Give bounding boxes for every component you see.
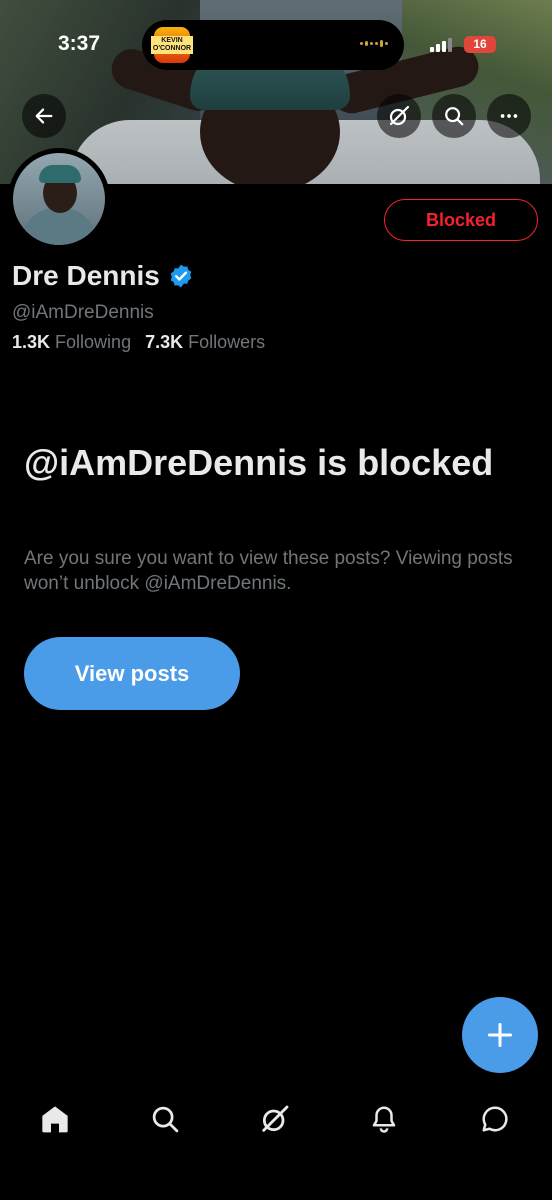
profile-handle: @iAmDreDennis (12, 302, 154, 323)
nav-search[interactable] (137, 1090, 193, 1148)
plus-icon (487, 1022, 513, 1048)
blocked-description: Are you sure you want to view these post… (24, 548, 513, 594)
notifications-bell-icon (372, 1106, 396, 1133)
battery-icon: 16 (464, 36, 496, 53)
following-label: Following (55, 332, 132, 352)
avatar[interactable] (8, 148, 110, 250)
view-posts-button[interactable]: View posts (24, 637, 240, 710)
back-button[interactable] (22, 94, 66, 138)
followers-count: 7.3K (145, 332, 184, 352)
blocked-title: @iAmDreDennis is blocked (24, 442, 494, 483)
nav-home[interactable] (27, 1090, 83, 1148)
search-icon (445, 107, 464, 126)
signal-icon (430, 38, 452, 52)
profile-name-row: Dre Dennis (12, 260, 194, 292)
search-button[interactable] (432, 94, 476, 138)
profile-name: Dre Dennis (12, 260, 160, 291)
island-app-icon: KEVIN O'CONNOR (150, 27, 194, 63)
compose-button[interactable] (462, 997, 538, 1073)
followers-link[interactable]: 7.3K Followers (145, 332, 265, 352)
search-icon (152, 1106, 179, 1133)
blocked-button[interactable]: Blocked (384, 199, 538, 241)
nav-notifications[interactable] (356, 1090, 412, 1148)
grok-icon (389, 105, 410, 126)
status-time: 3:37 (58, 32, 101, 55)
audio-wave-icon (360, 40, 388, 47)
avatar-image (13, 153, 105, 245)
more-button[interactable] (487, 94, 531, 138)
island-app-label: KEVIN O'CONNOR (150, 36, 194, 54)
messages-icon (482, 1106, 508, 1132)
arrow-left-icon (35, 108, 53, 124)
dynamic-island[interactable]: KEVIN O'CONNOR (142, 20, 404, 70)
nav-grok[interactable] (247, 1090, 303, 1148)
nav-messages[interactable] (467, 1090, 523, 1148)
home-icon (42, 1106, 68, 1133)
battery-level: 16 (473, 37, 487, 51)
following-link[interactable]: 1.3K Following (12, 332, 131, 352)
follow-counts: 1.3K Following 7.3K Followers (12, 332, 265, 353)
grok-icon (262, 1105, 289, 1132)
grok-button[interactable] (377, 94, 421, 138)
following-count: 1.3K (12, 332, 51, 352)
followers-label: Followers (188, 332, 266, 352)
bottom-nav (0, 1090, 552, 1148)
verified-badge-icon[interactable] (168, 263, 194, 289)
more-horizontal-icon (500, 114, 518, 118)
